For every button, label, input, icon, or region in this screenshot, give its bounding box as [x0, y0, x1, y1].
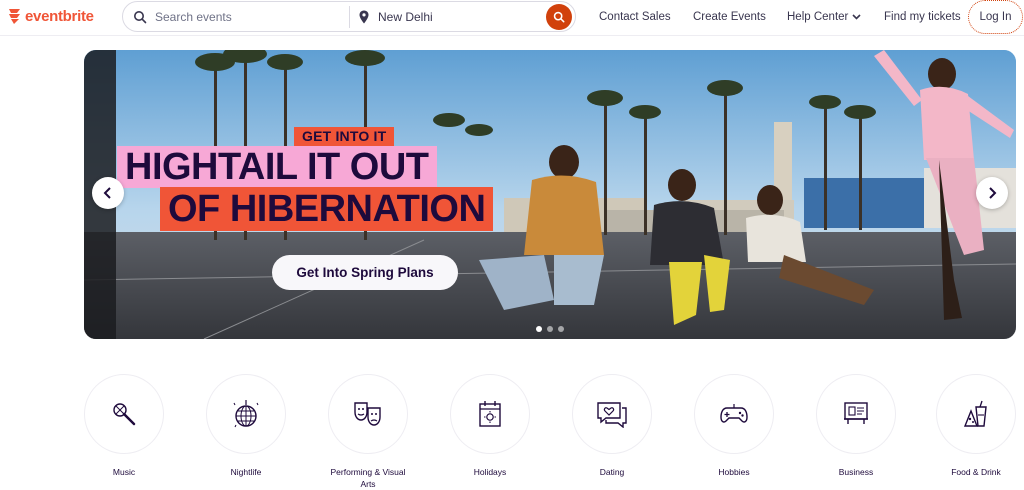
hero-headline-line2-text: OF HIBERNATION: [168, 187, 486, 230]
nav-help-center-label: Help Center: [787, 11, 849, 23]
search-icon: [553, 11, 565, 22]
category-icon-circle: [328, 374, 408, 454]
chevron-down-icon: [852, 14, 861, 20]
category-business[interactable]: Business: [816, 374, 896, 478]
category-label: Holidays: [473, 467, 507, 477]
category-icon-circle: [694, 374, 774, 454]
category-label: Hobbies: [718, 467, 750, 477]
chevron-right-icon: [989, 187, 997, 199]
category-label: Food & Drink: [951, 467, 1001, 477]
category-music[interactable]: Music: [84, 374, 164, 478]
carousel-indicators: [536, 326, 564, 332]
eventbrite-logo[interactable]: eventbrite: [8, 7, 94, 25]
search-button[interactable]: [546, 3, 572, 30]
category-label: Business: [838, 467, 874, 477]
microphone-icon: [113, 403, 136, 426]
nav-contact-sales[interactable]: Contact Sales: [599, 0, 671, 34]
eventbrite-logo-icon: [9, 9, 20, 24]
hero-cta-button[interactable]: Get Into Spring Plans: [272, 255, 458, 290]
carousel-next-button[interactable]: [976, 177, 1008, 209]
event-search[interactable]: [123, 2, 349, 31]
login-button[interactable]: Log In: [968, 0, 1023, 34]
search-bar: New Delhi: [122, 1, 576, 32]
category-label: Dating: [599, 467, 625, 477]
presentation-board-icon: [844, 402, 868, 424]
carousel-dot[interactable]: [547, 326, 553, 332]
nav-help-center[interactable]: Help Center: [787, 0, 861, 34]
carousel-dot[interactable]: [558, 326, 564, 332]
location-field[interactable]: New Delhi: [350, 2, 546, 31]
category-list: Music Nightlife Performing & Visual Arts…: [84, 374, 1024, 489]
category-hobbies[interactable]: Hobbies: [694, 374, 774, 478]
category-icon-circle: [572, 374, 652, 454]
hero-headline-line1: HIGHTAIL IT OUT: [117, 146, 437, 188]
category-icon-circle: [936, 374, 1016, 454]
nav-create-events[interactable]: Create Events: [693, 0, 766, 34]
category-icon-circle: [206, 374, 286, 454]
hero-headline-line1-text: HIGHTAIL IT OUT: [125, 145, 429, 188]
hero-headline-line2: OF HIBERNATION: [160, 187, 494, 231]
chevron-left-icon: [103, 187, 111, 199]
location-pin-icon: [359, 10, 369, 23]
category-dating[interactable]: Dating: [572, 374, 652, 478]
category-label: Performing & Visual Arts: [330, 467, 406, 489]
chat-heart-icon: [597, 402, 627, 428]
category-label: Nightlife: [230, 467, 262, 477]
search-input[interactable]: [155, 9, 335, 24]
category-icon-circle: [84, 374, 164, 454]
hero-tag: GET INTO IT: [294, 127, 395, 146]
disco-ball-icon: [233, 400, 259, 428]
site-header: eventbrite New Delhi Contact Sales Creat…: [0, 0, 1024, 36]
category-nightlife[interactable]: Nightlife: [206, 374, 286, 478]
search-icon: [134, 10, 147, 23]
carousel-dot[interactable]: [536, 326, 542, 332]
nav-find-my-tickets[interactable]: Find my tickets: [884, 0, 961, 34]
category-performing-visual-arts[interactable]: Performing & Visual Arts: [328, 374, 408, 490]
category-icon-circle: [816, 374, 896, 454]
calendar-icon: [479, 401, 501, 427]
food-drink-icon: [963, 400, 987, 427]
hero-banner[interactable]: GET INTO IT HIGHTAIL IT OUT OF HIBERNATI…: [84, 50, 1016, 339]
location-value: New Delhi: [378, 9, 433, 24]
logo-text: eventbrite: [25, 7, 94, 25]
category-label: Music: [112, 467, 136, 477]
category-holidays[interactable]: Holidays: [450, 374, 530, 478]
theater-masks-icon: [354, 402, 381, 426]
gamepad-icon: [720, 404, 748, 423]
carousel-prev-button[interactable]: [92, 177, 124, 209]
category-food-drink[interactable]: Food & Drink: [936, 374, 1016, 478]
category-icon-circle: [450, 374, 530, 454]
